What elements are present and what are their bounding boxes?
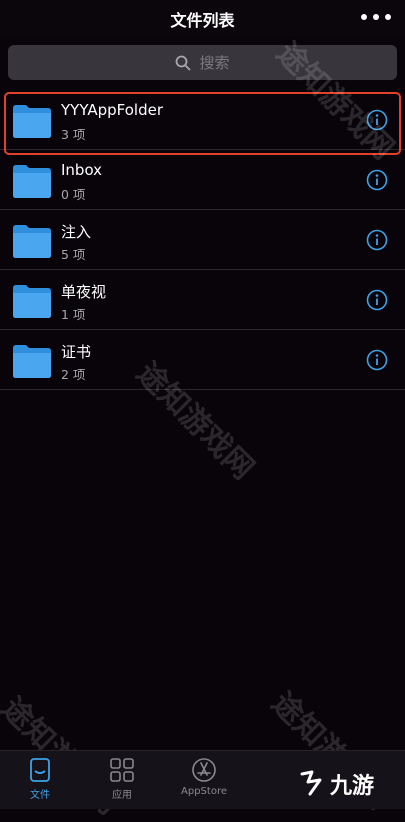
info-icon[interactable]	[366, 289, 388, 311]
folder-icon	[13, 285, 51, 318]
apps-grid-icon	[110, 758, 134, 782]
search-placeholder: 搜索	[199, 54, 230, 72]
tab-label: AppStore	[181, 786, 227, 797]
more-dot-icon	[361, 14, 367, 20]
folder-name: 证书	[61, 343, 92, 361]
more-dot-icon	[385, 14, 391, 20]
tab-appstore[interactable]: AppStore	[174, 757, 234, 797]
more-options-button[interactable]	[361, 7, 391, 27]
row-divider	[0, 389, 405, 390]
folder-name: 注入	[61, 223, 92, 241]
info-icon[interactable]	[366, 169, 388, 191]
info-icon[interactable]	[366, 349, 388, 371]
more-dot-icon	[373, 14, 379, 20]
folder-row-inbox[interactable]: Inbox 0 项	[0, 150, 405, 210]
folder-item-count: 1 项	[61, 307, 86, 322]
navigation-bar: 文件列表	[0, 0, 405, 36]
brand-logo-icon	[300, 770, 322, 796]
folder-row-certificates[interactable]: 证书 2 项	[0, 330, 405, 390]
folder-name: Inbox	[61, 161, 103, 179]
folder-icon	[13, 345, 51, 378]
appstore-icon	[192, 758, 216, 782]
tab-label: 应用	[112, 790, 132, 801]
tab-label: 文件	[30, 790, 50, 801]
folder-icon	[13, 165, 51, 198]
folder-item-count: 0 项	[61, 187, 86, 202]
search-field[interactable]: 搜索	[8, 45, 397, 80]
folder-row-injection[interactable]: 注入 5 项	[0, 210, 405, 270]
tab-files[interactable]: 文件	[10, 757, 70, 801]
folder-item-count: 2 项	[61, 367, 86, 382]
search-icon	[176, 55, 191, 70]
brand-logo-text: 九游	[330, 773, 375, 799]
tab-apps[interactable]: 应用	[92, 757, 152, 801]
folder-name: 单夜视	[61, 283, 107, 301]
info-icon[interactable]	[366, 229, 388, 251]
folder-item-count: 5 项	[61, 247, 86, 262]
files-tab-icon	[30, 758, 50, 782]
page-title: 文件列表	[170, 11, 235, 30]
highlight-box	[4, 92, 401, 155]
folder-icon	[13, 225, 51, 258]
folder-row-night-vision[interactable]: 单夜视 1 项	[0, 270, 405, 330]
